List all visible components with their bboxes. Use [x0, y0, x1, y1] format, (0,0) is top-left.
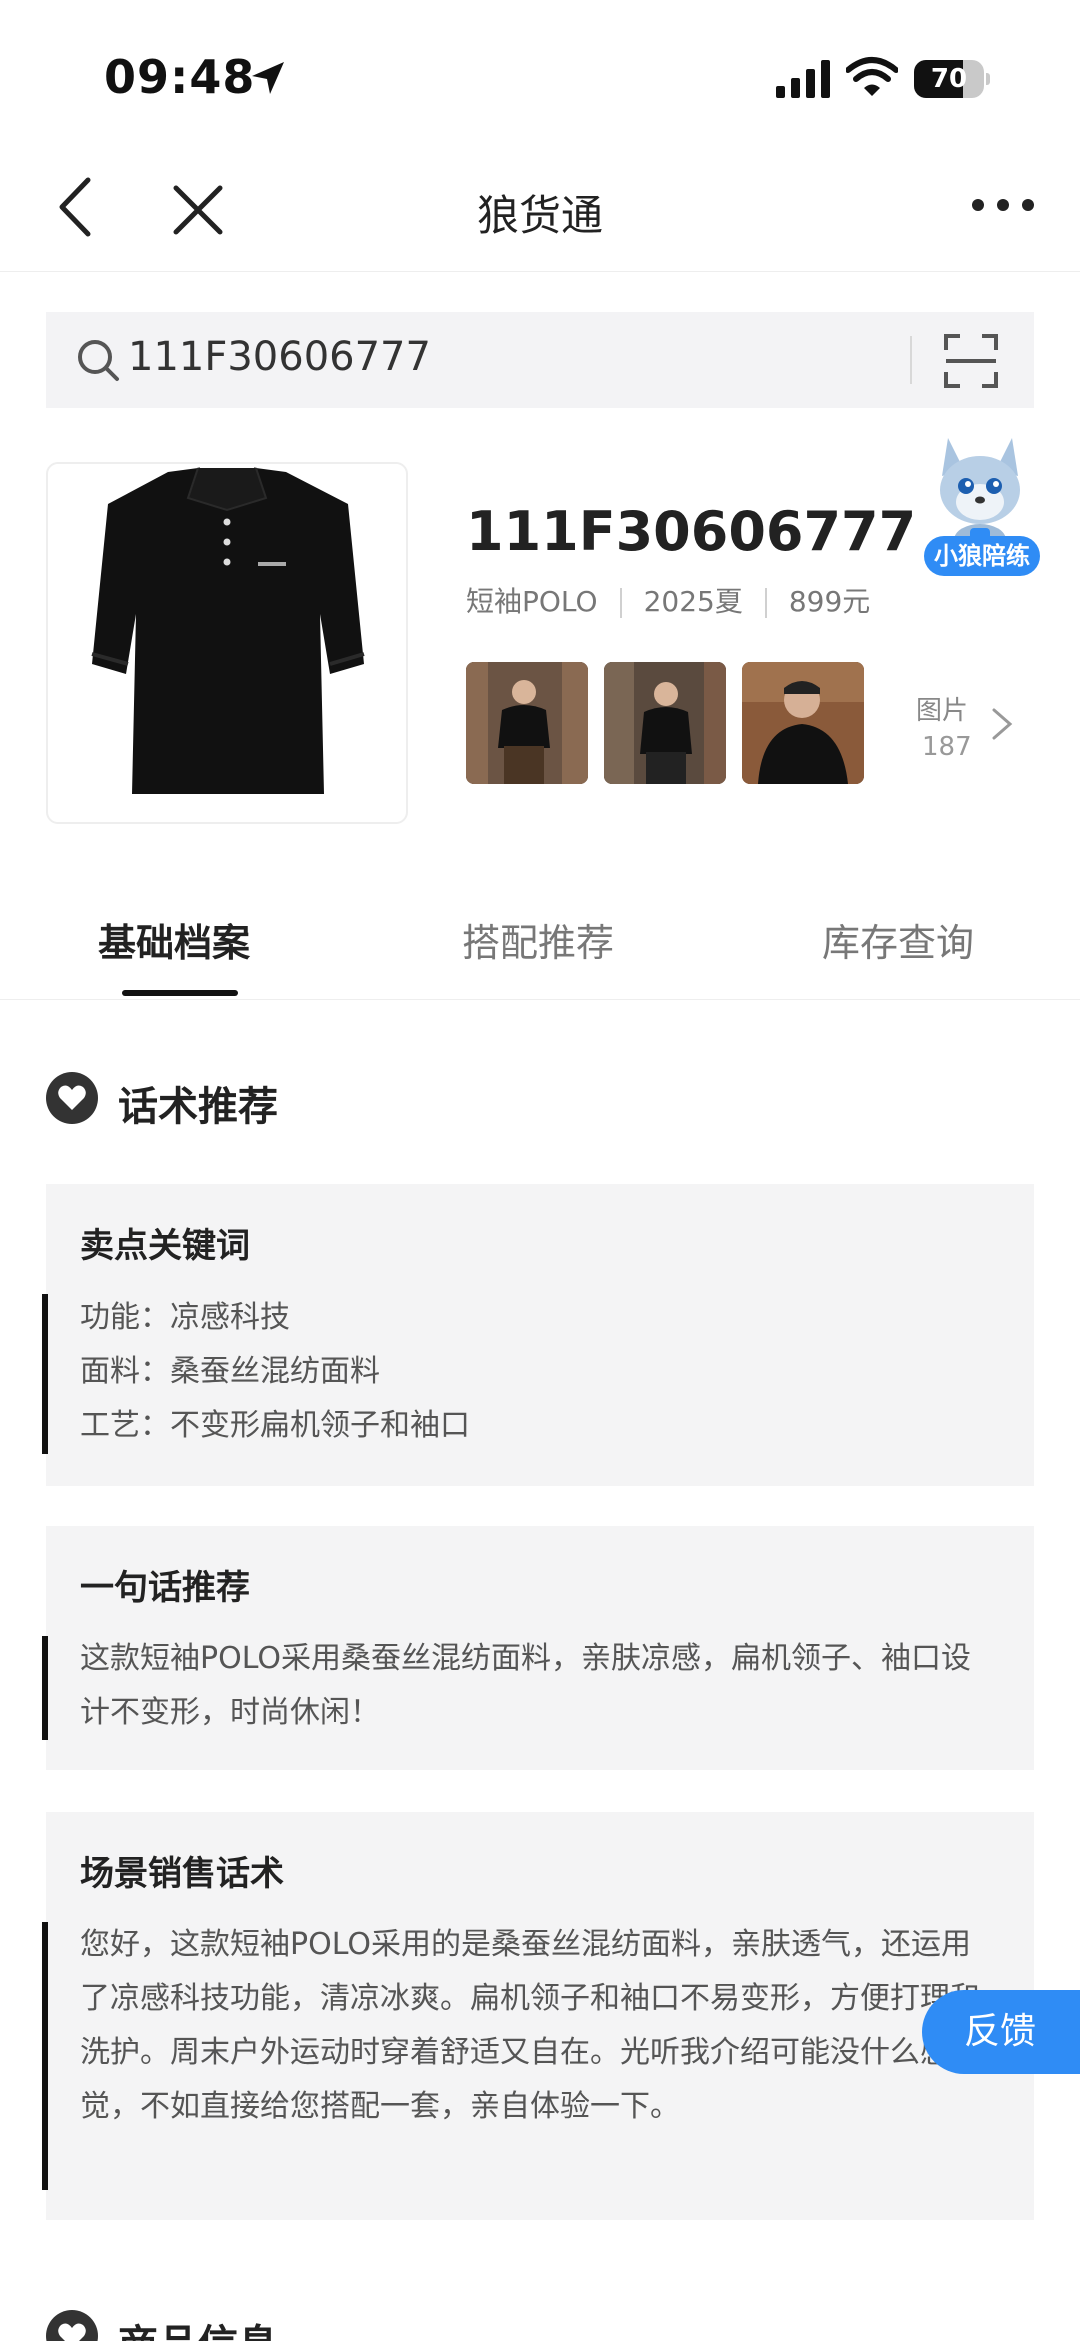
- battery-cap: [986, 73, 990, 85]
- keyword-line: 面料：桑蚕丝混纺面料: [80, 1354, 380, 1389]
- model-photo-thumbnail[interactable]: [742, 662, 864, 784]
- model-photo-image: [466, 662, 588, 784]
- location-arrow-icon: [252, 62, 284, 94]
- section-title: 话术推荐: [118, 1084, 278, 1130]
- model-photo-thumbnail[interactable]: [466, 662, 588, 784]
- page-title: 狼货通: [476, 191, 603, 240]
- info-icon: [46, 2310, 98, 2341]
- photos-label[interactable]: 图片: [916, 690, 968, 727]
- product-category: 短袖POLO: [466, 585, 598, 618]
- scan-icon[interactable]: [944, 334, 998, 388]
- product-image[interactable]: [46, 462, 408, 824]
- product-code: 111F30606777: [466, 500, 917, 563]
- tab-outfit-recommendation[interactable]: 搭配推荐: [462, 912, 614, 967]
- scene-sales-script-card: 场景销售话术 您好，这款短袖POLO采用的是桑蚕丝混纺面料，亲肤透气，还运用了凉…: [42, 1812, 1034, 2220]
- model-photo-thumbnail[interactable]: [604, 662, 726, 784]
- selling-points-card: 卖点关键词 功能：凉感科技 面料：桑蚕丝混纺面料 工艺：不变形扁机领子和袖口: [42, 1184, 1034, 1486]
- tab-inventory-lookup[interactable]: 库存查询: [822, 912, 974, 967]
- search-input[interactable]: 111F30606777: [46, 312, 1034, 408]
- tab-basic-profile[interactable]: 基础档案: [98, 912, 250, 967]
- active-tab-indicator: [122, 990, 238, 996]
- tab-bar: 基础档案 搭配推荐 库存查询: [0, 880, 1080, 1000]
- nav-bar: 狼货通: [0, 150, 1080, 272]
- model-photo-image: [604, 662, 726, 784]
- status-bar: 09:48 70: [0, 0, 1080, 150]
- chevron-right-icon[interactable]: [990, 706, 1014, 742]
- meta-divider: [764, 588, 767, 618]
- card-title: 卖点关键词: [80, 1226, 250, 1266]
- sales-script-text: 您好，这款短袖POLO采用的是桑蚕丝混纺面料，亲肤透气，还运用了凉感科技功能，清…: [80, 1927, 980, 2124]
- battery-indicator: 70: [914, 60, 990, 98]
- card-accent-bar: [42, 1294, 48, 1454]
- cellular-signal-icon: [776, 60, 830, 98]
- meta-divider: [619, 588, 622, 618]
- photos-count[interactable]: 187: [922, 732, 972, 762]
- wifi-icon: [846, 57, 898, 96]
- card-title: 场景销售话术: [80, 1854, 284, 1894]
- search-icon: [78, 340, 119, 381]
- battery-body: 70: [914, 60, 984, 98]
- mascot-label[interactable]: 小狼陪练: [924, 536, 1040, 576]
- card-accent-bar: [42, 1636, 48, 1740]
- heart-icon: [46, 1072, 98, 1124]
- battery-percent: 70: [930, 64, 968, 94]
- product-price: 899元: [788, 585, 871, 618]
- search-value: 111F30606777: [128, 334, 431, 380]
- keyword-line: 工艺：不变形扁机领子和袖口: [80, 1408, 470, 1443]
- model-photo-image: [742, 662, 864, 784]
- search-divider: [910, 336, 912, 384]
- polo-shirt-image: [91, 467, 365, 794]
- one-line-recommendation-card: 一句话推荐 这款短袖POLO采用桑蚕丝混纺面料，亲肤凉感，扁机领子、袖口设计不变…: [42, 1526, 1034, 1770]
- product-meta: 短袖POLO 2025夏 899元: [466, 580, 870, 620]
- feedback-button[interactable]: 反馈: [922, 1990, 1080, 2074]
- more-options-icon[interactable]: [970, 190, 1036, 220]
- card-title: 一句话推荐: [80, 1568, 250, 1608]
- section-title: 商品信息: [118, 2312, 278, 2341]
- card-accent-bar: [42, 1922, 48, 2190]
- product-season: 2025夏: [643, 585, 743, 618]
- keyword-line: 功能：凉感科技: [80, 1300, 290, 1335]
- status-time: 09:48: [104, 50, 256, 104]
- recommendation-text: 这款短袖POLO采用桑蚕丝混纺面料，亲肤凉感，扁机领子、袖口设计不变形，时尚休闲…: [80, 1641, 971, 1730]
